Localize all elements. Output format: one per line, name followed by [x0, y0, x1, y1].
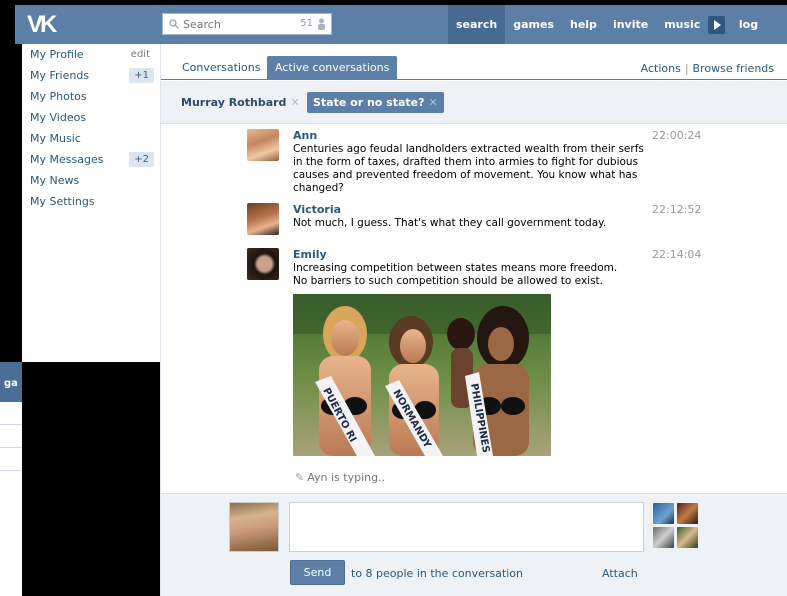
message-time: 22:14:04 — [652, 248, 702, 261]
message-text: Increasing competition between states me… — [293, 262, 653, 288]
link-separator: | — [684, 62, 689, 75]
play-icon[interactable] — [708, 15, 725, 34]
send-button[interactable]: Send — [290, 560, 345, 585]
conversation-tabs: Conversations Active conversations Actio… — [161, 44, 787, 80]
sidebar-item-photos[interactable]: My Photos — [22, 86, 160, 107]
conversation-chips-bar: Murray Rothbard ✕ State or no state? ✕ — [161, 81, 787, 124]
search-result-count: 51 — [300, 18, 313, 29]
sidebar-item-label: My Profile — [30, 48, 84, 61]
message-time: 22:12:52 — [652, 203, 702, 216]
search-icon — [169, 19, 179, 29]
avatar[interactable] — [247, 203, 279, 235]
edit-profile-link[interactable]: edit — [131, 44, 150, 65]
nav-invite[interactable]: invite — [605, 5, 656, 44]
vk-logo[interactable]: VK — [27, 11, 61, 38]
message-list: Ann 22:00:24 Centuries ago feudal landho… — [161, 125, 787, 493]
message-text: Centuries ago feudal landholders extract… — [293, 143, 644, 194]
sender-name[interactable]: Victoria — [293, 203, 341, 216]
messages-count-badge: +2 — [129, 152, 154, 167]
sidebar-item-label: My Photos — [30, 90, 87, 103]
tab-active-conversations[interactable]: Active conversations — [267, 56, 398, 80]
sidebar-item-label: My Settings — [30, 195, 95, 208]
tab-links: Actions | Browse friends — [641, 62, 774, 75]
background-window-divider — [0, 447, 22, 448]
conversation-chip-murray-rothbard[interactable]: Murray Rothbard ✕ — [175, 92, 306, 113]
sidebar-item-label: My Messages — [30, 153, 104, 166]
messages-panel: Conversations Active conversations Actio… — [160, 44, 787, 596]
sidebar-item-label: My News — [30, 174, 80, 187]
participant-avatar[interactable] — [677, 527, 698, 548]
sender-name[interactable]: Emily — [293, 248, 327, 261]
nav-logout[interactable]: log out — [731, 5, 787, 70]
message-text-line: No barriers to such competition should b… — [293, 275, 604, 287]
avatar[interactable] — [247, 129, 279, 161]
sender-name[interactable]: Ann — [293, 129, 317, 142]
recipients-count[interactable]: to 8 people in the conversation — [351, 567, 523, 580]
sidebar-item-news[interactable]: My News — [22, 170, 160, 191]
background-window: ga — [0, 362, 22, 596]
participant-avatar[interactable] — [653, 527, 674, 548]
nav-search[interactable]: search — [448, 5, 506, 44]
participant-avatar[interactable] — [653, 503, 674, 524]
background-window-divider — [0, 470, 22, 471]
message-input[interactable] — [289, 502, 644, 552]
background-window-header: ga — [0, 362, 22, 402]
search-input[interactable] — [183, 16, 293, 32]
left-sidebar: My Profile edit My Friends +1 My Photos … — [22, 44, 160, 362]
message-text-line: Increasing competition between states me… — [293, 262, 618, 274]
chip-label: Murray Rothbard — [181, 96, 287, 109]
sidebar-item-label: My Music — [30, 132, 81, 145]
sidebar-item-profile[interactable]: My Profile edit — [22, 44, 160, 65]
sidebar-item-friends[interactable]: My Friends +1 — [22, 65, 160, 86]
chip-label: State or no state? — [313, 96, 425, 109]
sidebar-item-label: My Videos — [30, 111, 87, 124]
message-text: Not much, I guess. That's what they call… — [293, 217, 607, 229]
attached-photo[interactable]: PUERTO RI NORMANDY PHILIPPINES — [293, 294, 551, 456]
close-icon[interactable]: ✕ — [290, 92, 299, 113]
pencil-icon: ✎ — [295, 471, 305, 484]
search-box[interactable]: 51 — [162, 13, 332, 35]
nav-help[interactable]: help — [562, 5, 605, 44]
top-navigation-bar: VK 51 search games help invite music log… — [15, 5, 787, 70]
friends-count-badge: +1 — [129, 68, 154, 83]
typing-indicator: ✎ Ayn is typing.. — [295, 471, 385, 484]
my-avatar[interactable] — [229, 502, 279, 552]
sidebar-item-label: My Friends — [30, 69, 90, 82]
sidebar-item-messages[interactable]: My Messages +2 — [22, 149, 160, 170]
avatar[interactable] — [247, 248, 279, 280]
attach-link[interactable]: Attach — [602, 567, 638, 580]
message-composer: Send to 8 people in the conversation Att… — [161, 493, 787, 596]
background-window-divider — [0, 424, 22, 425]
actions-link[interactable]: Actions — [641, 62, 681, 75]
conversation-chip-state-or-no-state[interactable]: State or no state? ✕ — [307, 92, 444, 113]
typing-text: Ayn is typing.. — [307, 471, 386, 484]
participants-avatars — [653, 503, 701, 551]
main-menu: search games help invite music log out — [448, 5, 787, 70]
sidebar-item-music[interactable]: My Music — [22, 128, 160, 149]
person-icon — [318, 18, 325, 30]
sidebar-item-settings[interactable]: My Settings — [22, 191, 160, 212]
nav-music[interactable]: music — [656, 5, 708, 44]
browse-friends-link[interactable]: Browse friends — [693, 62, 774, 75]
message-time: 22:00:24 — [652, 129, 702, 142]
nav-games[interactable]: games — [505, 5, 562, 44]
tab-conversations[interactable]: Conversations — [174, 56, 268, 80]
sidebar-item-videos[interactable]: My Videos — [22, 107, 160, 128]
participant-avatar[interactable] — [677, 503, 698, 524]
close-icon[interactable]: ✕ — [429, 92, 438, 113]
